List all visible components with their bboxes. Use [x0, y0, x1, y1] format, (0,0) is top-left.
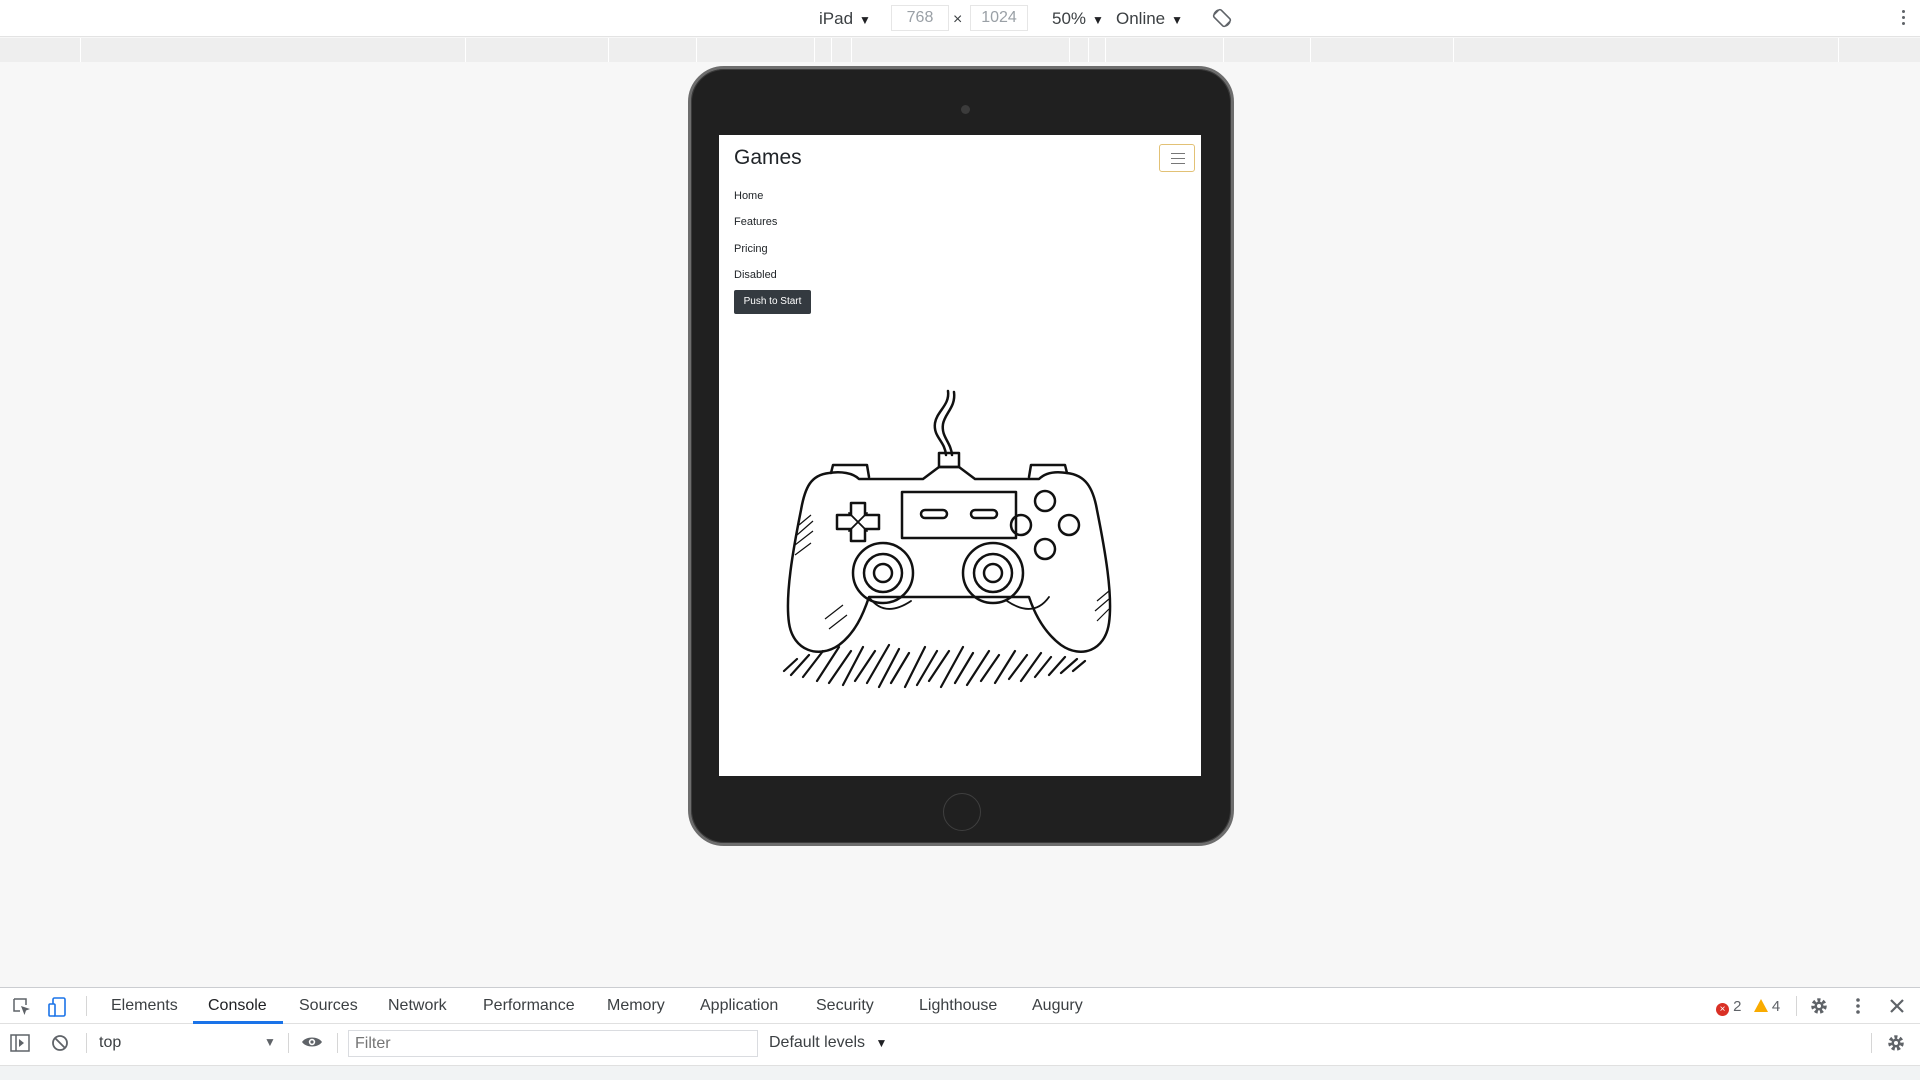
zoom-select[interactable]: 50% ▼: [1052, 0, 1104, 37]
network-throttle-select[interactable]: Online ▼: [1116, 0, 1183, 37]
network-select-label: Online: [1116, 9, 1166, 28]
height-input[interactable]: 1024: [970, 5, 1028, 31]
eye-icon[interactable]: [301, 1035, 323, 1054]
console-settings-icon[interactable]: [1886, 1033, 1906, 1058]
more-options-icon[interactable]: [1855, 997, 1861, 1020]
gear-icon[interactable]: [1809, 996, 1829, 1021]
game-controller-illustration: [782, 389, 1112, 689]
chevron-down-icon: ▼: [1171, 13, 1184, 27]
warning-icon: [1753, 999, 1768, 1012]
console-prompt-area[interactable]: [0, 1065, 1920, 1080]
chevron-down-icon: ▼: [859, 13, 871, 27]
emulated-viewport: Games Home Features Pricing Disabled Pus…: [719, 135, 1201, 776]
show-sidebar-icon[interactable]: [10, 1034, 30, 1057]
rotate-icon[interactable]: [1212, 8, 1232, 33]
width-input[interactable]: 768: [891, 5, 949, 31]
nav-link-features[interactable]: Features: [734, 216, 777, 228]
tab-lighthouse[interactable]: Lighthouse: [919, 988, 997, 1024]
zoom-select-label: 50%: [1052, 9, 1087, 28]
chevron-down-icon: ▼: [1092, 13, 1104, 27]
context-selector[interactable]: top: [99, 1034, 121, 1052]
devtools-device-emulation: iPad ▼ 768 × 1024 50% ▼ Online ▼ Games Hom: [0, 0, 1920, 1080]
tab-network[interactable]: Network: [388, 988, 447, 1024]
tab-security[interactable]: Security: [816, 988, 874, 1024]
device-select[interactable]: iPad ▼: [819, 0, 871, 37]
navbar-toggler-button[interactable]: [1159, 144, 1195, 172]
tab-elements[interactable]: Elements: [111, 988, 178, 1024]
device-select-label: iPad: [819, 9, 854, 28]
more-options-icon[interactable]: [1900, 8, 1906, 28]
media-query-bar[interactable]: [0, 38, 1920, 62]
device-toolbar-toggle-icon[interactable]: [47, 996, 69, 1023]
tab-performance[interactable]: Performance: [483, 988, 575, 1024]
log-levels-dropdown[interactable]: Default levels ▼: [769, 1034, 887, 1052]
chevron-down-icon: ▼: [875, 1036, 888, 1050]
camera-icon: [961, 105, 970, 114]
nav-link-home[interactable]: Home: [734, 190, 763, 202]
inspect-element-icon[interactable]: [12, 997, 32, 1022]
nav-link-disabled: Disabled: [734, 269, 777, 281]
devtools-panel: Elements Console Sources Network Perform…: [0, 987, 1920, 1080]
issues-counter[interactable]: × 2 4: [1716, 998, 1780, 1016]
tab-console[interactable]: Console: [208, 988, 267, 1024]
active-tab-indicator: [193, 1021, 283, 1024]
tab-sources[interactable]: Sources: [299, 988, 358, 1024]
devtools-tab-bar: Elements Console Sources Network Perform…: [0, 988, 1920, 1024]
warning-count: 4: [1771, 998, 1781, 1015]
console-toolbar: top ▼ Default levels ▼: [0, 1025, 1920, 1061]
error-count: 2: [1733, 998, 1742, 1015]
close-icon[interactable]: [1889, 998, 1905, 1019]
console-filter-input[interactable]: [348, 1030, 758, 1057]
clear-console-icon[interactable]: [51, 1034, 69, 1057]
log-levels-label: Default levels: [769, 1034, 866, 1051]
nav-link-pricing[interactable]: Pricing: [734, 243, 768, 255]
dimension-separator: ×: [953, 11, 963, 28]
home-button[interactable]: [943, 793, 981, 831]
tab-application[interactable]: Application: [700, 988, 778, 1024]
error-icon: ×: [1716, 1003, 1729, 1016]
tab-memory[interactable]: Memory: [607, 988, 665, 1024]
chevron-down-icon[interactable]: ▼: [264, 1035, 276, 1049]
device-toolbar: iPad ▼ 768 × 1024 50% ▼ Online ▼: [0, 0, 1920, 37]
navbar-brand[interactable]: Games: [734, 146, 802, 170]
tab-augury[interactable]: Augury: [1032, 988, 1083, 1024]
push-to-start-button[interactable]: Push to Start: [734, 290, 811, 314]
